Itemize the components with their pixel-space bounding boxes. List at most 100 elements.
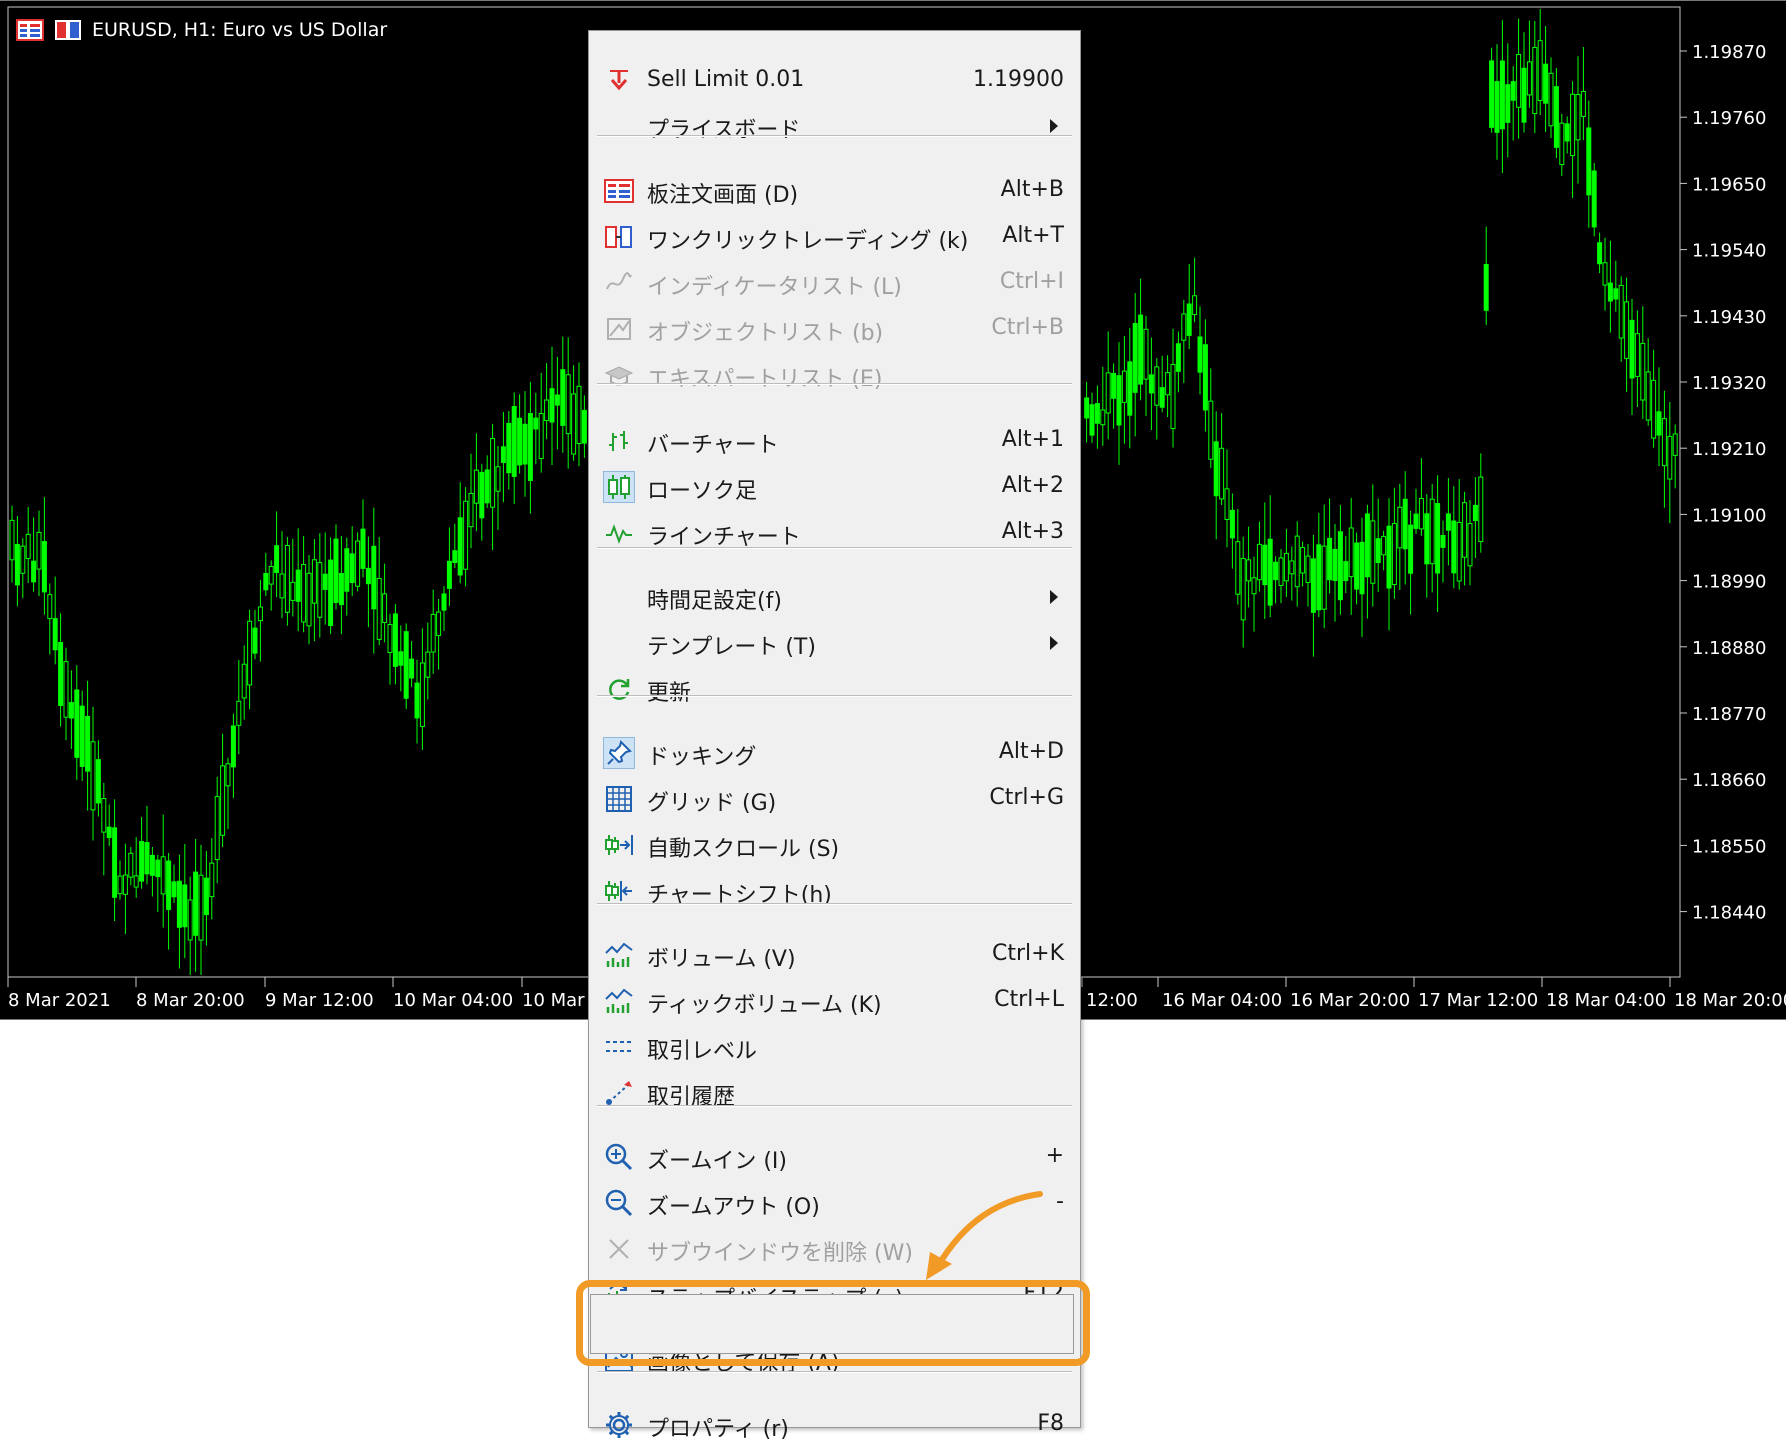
candle-body xyxy=(252,627,258,654)
candle-body xyxy=(1370,520,1376,584)
candle-body xyxy=(1456,521,1462,582)
object-list-icon xyxy=(603,313,635,345)
candle-body xyxy=(106,826,112,839)
candle-body xyxy=(1575,93,1581,141)
menu-item-tick-volume[interactable]: ティックボリューム (K) Ctrl+L xyxy=(595,979,1074,1023)
candle-body xyxy=(446,560,452,589)
candle-body xyxy=(1532,46,1538,115)
menu-item-refresh[interactable]: 更新 xyxy=(595,667,1074,711)
candle-body xyxy=(1354,542,1360,590)
candle-body xyxy=(290,581,296,601)
candle-body xyxy=(133,875,139,888)
candle-body xyxy=(1494,81,1500,133)
time-label: 10 Mar 04:00 xyxy=(393,990,513,1011)
candle-body xyxy=(95,759,101,804)
menu-item-order-board[interactable]: 板注文画面 (D) Alt+B xyxy=(595,169,1074,213)
menu-item-zoom-in[interactable]: ズームイン (I) + xyxy=(595,1135,1074,1179)
menu-item-docking[interactable]: ドッキング Alt+D xyxy=(595,731,1074,775)
candle-body xyxy=(1591,170,1597,228)
candle-body xyxy=(1516,54,1522,108)
candle-body xyxy=(1510,81,1516,101)
price-label: 1.19540 xyxy=(1692,241,1766,262)
time-label: 18 Mar 04:00 xyxy=(1546,990,1666,1011)
menu-separator xyxy=(597,547,1072,549)
menu-item-trade-levels[interactable]: 取引レベル xyxy=(595,1025,1074,1069)
candle-body xyxy=(1165,372,1171,396)
menu-separator xyxy=(597,383,1072,385)
depth-of-market-icon[interactable] xyxy=(16,19,44,41)
candle-body xyxy=(36,531,42,570)
candle-body xyxy=(560,369,566,426)
candle-body xyxy=(1321,545,1327,610)
menu-item-label: ドッキング xyxy=(647,745,757,770)
candle-body xyxy=(225,763,231,787)
candle-body xyxy=(565,374,571,435)
candle-body xyxy=(468,492,474,528)
candle-body xyxy=(198,874,204,941)
candle-body xyxy=(279,573,285,599)
candle-body xyxy=(1094,403,1100,424)
candle-body xyxy=(571,393,577,455)
candle-body xyxy=(1478,476,1484,542)
candle-body xyxy=(511,405,517,477)
menu-item-sell-limit[interactable]: Sell Limit 0.01 1.19900 xyxy=(595,59,1074,103)
price-label: 1.19430 xyxy=(1692,307,1766,328)
one-click-trading-icon[interactable] xyxy=(54,19,82,41)
price-label: 1.19320 xyxy=(1692,373,1766,394)
candle-body xyxy=(1483,263,1489,311)
menu-item-template[interactable]: テンプレート (T) xyxy=(595,621,1074,665)
candle-body xyxy=(1472,504,1478,521)
candle-body xyxy=(554,394,560,406)
candle-body xyxy=(1197,336,1203,373)
candle-body xyxy=(484,469,490,504)
candle-body xyxy=(1543,63,1549,104)
candle-body xyxy=(1208,400,1214,460)
candle-body xyxy=(1629,319,1635,379)
menu-item-grid[interactable]: グリッド (G) Ctrl+G xyxy=(595,777,1074,821)
price-label: 1.18550 xyxy=(1692,836,1766,857)
candle-body xyxy=(1548,72,1554,127)
candle-body xyxy=(1440,534,1446,548)
candle-body xyxy=(1607,282,1613,302)
candle-body xyxy=(112,827,118,898)
candle-body xyxy=(1283,552,1289,582)
menu-item-bar-chart[interactable]: バーチャート Alt+1 xyxy=(595,419,1074,463)
menu-item-label: Sell Limit 0.01 xyxy=(647,67,805,92)
menu-item-chart-shift[interactable]: チャートシフト(h) xyxy=(595,869,1074,913)
menu-item-label: オブジェクトリスト (b) xyxy=(647,321,884,346)
candle-body xyxy=(1364,513,1370,578)
candle-body xyxy=(311,559,317,604)
close-icon xyxy=(603,1233,635,1265)
candle-body xyxy=(1672,433,1678,456)
menu-item-auto-scroll[interactable]: 自動スクロール (S) xyxy=(595,823,1074,867)
menu-item-trade-history[interactable]: 取引履歴 xyxy=(595,1071,1074,1115)
price-label: 1.19210 xyxy=(1692,439,1766,460)
candle-body xyxy=(1451,520,1457,574)
price-label: 1.19760 xyxy=(1692,108,1766,129)
price-label: 1.19100 xyxy=(1692,505,1766,526)
candle-body xyxy=(1359,541,1365,595)
candle-body xyxy=(506,422,512,474)
menu-item-timeframe[interactable]: 時間足設定(f) xyxy=(595,575,1074,619)
candle-body xyxy=(403,631,409,699)
menu-item-candlestick[interactable]: ローソク足 Alt+2 xyxy=(595,465,1074,509)
time-label: 16 Mar 04:00 xyxy=(1162,990,1282,1011)
menu-item-volume[interactable]: ボリューム (V) Ctrl+K xyxy=(595,933,1074,977)
menu-item-shortcut: Alt+T xyxy=(1002,223,1064,248)
expert-list-icon xyxy=(603,359,635,391)
candle-body xyxy=(241,663,247,699)
candle-body xyxy=(576,385,582,445)
chart-title-bar: EURUSD, H1: Euro vs US Dollar xyxy=(16,17,387,43)
candle-body xyxy=(284,545,290,613)
submenu-arrow-icon xyxy=(1050,590,1058,604)
menu-item-one-click[interactable]: ワンクリックトレーディング (k) Alt+T xyxy=(595,215,1074,259)
menu-item-properties[interactable]: プロパティ (r) F8 xyxy=(595,1403,1074,1447)
pin-icon xyxy=(603,737,635,769)
menu-separator xyxy=(597,1105,1072,1107)
candle-body xyxy=(344,548,350,592)
candle-body xyxy=(500,446,506,463)
candle-body xyxy=(1116,375,1122,426)
candle-body xyxy=(25,533,31,559)
menu-item-price-board[interactable]: プライスボード xyxy=(595,104,1074,148)
candle-body xyxy=(522,423,528,465)
